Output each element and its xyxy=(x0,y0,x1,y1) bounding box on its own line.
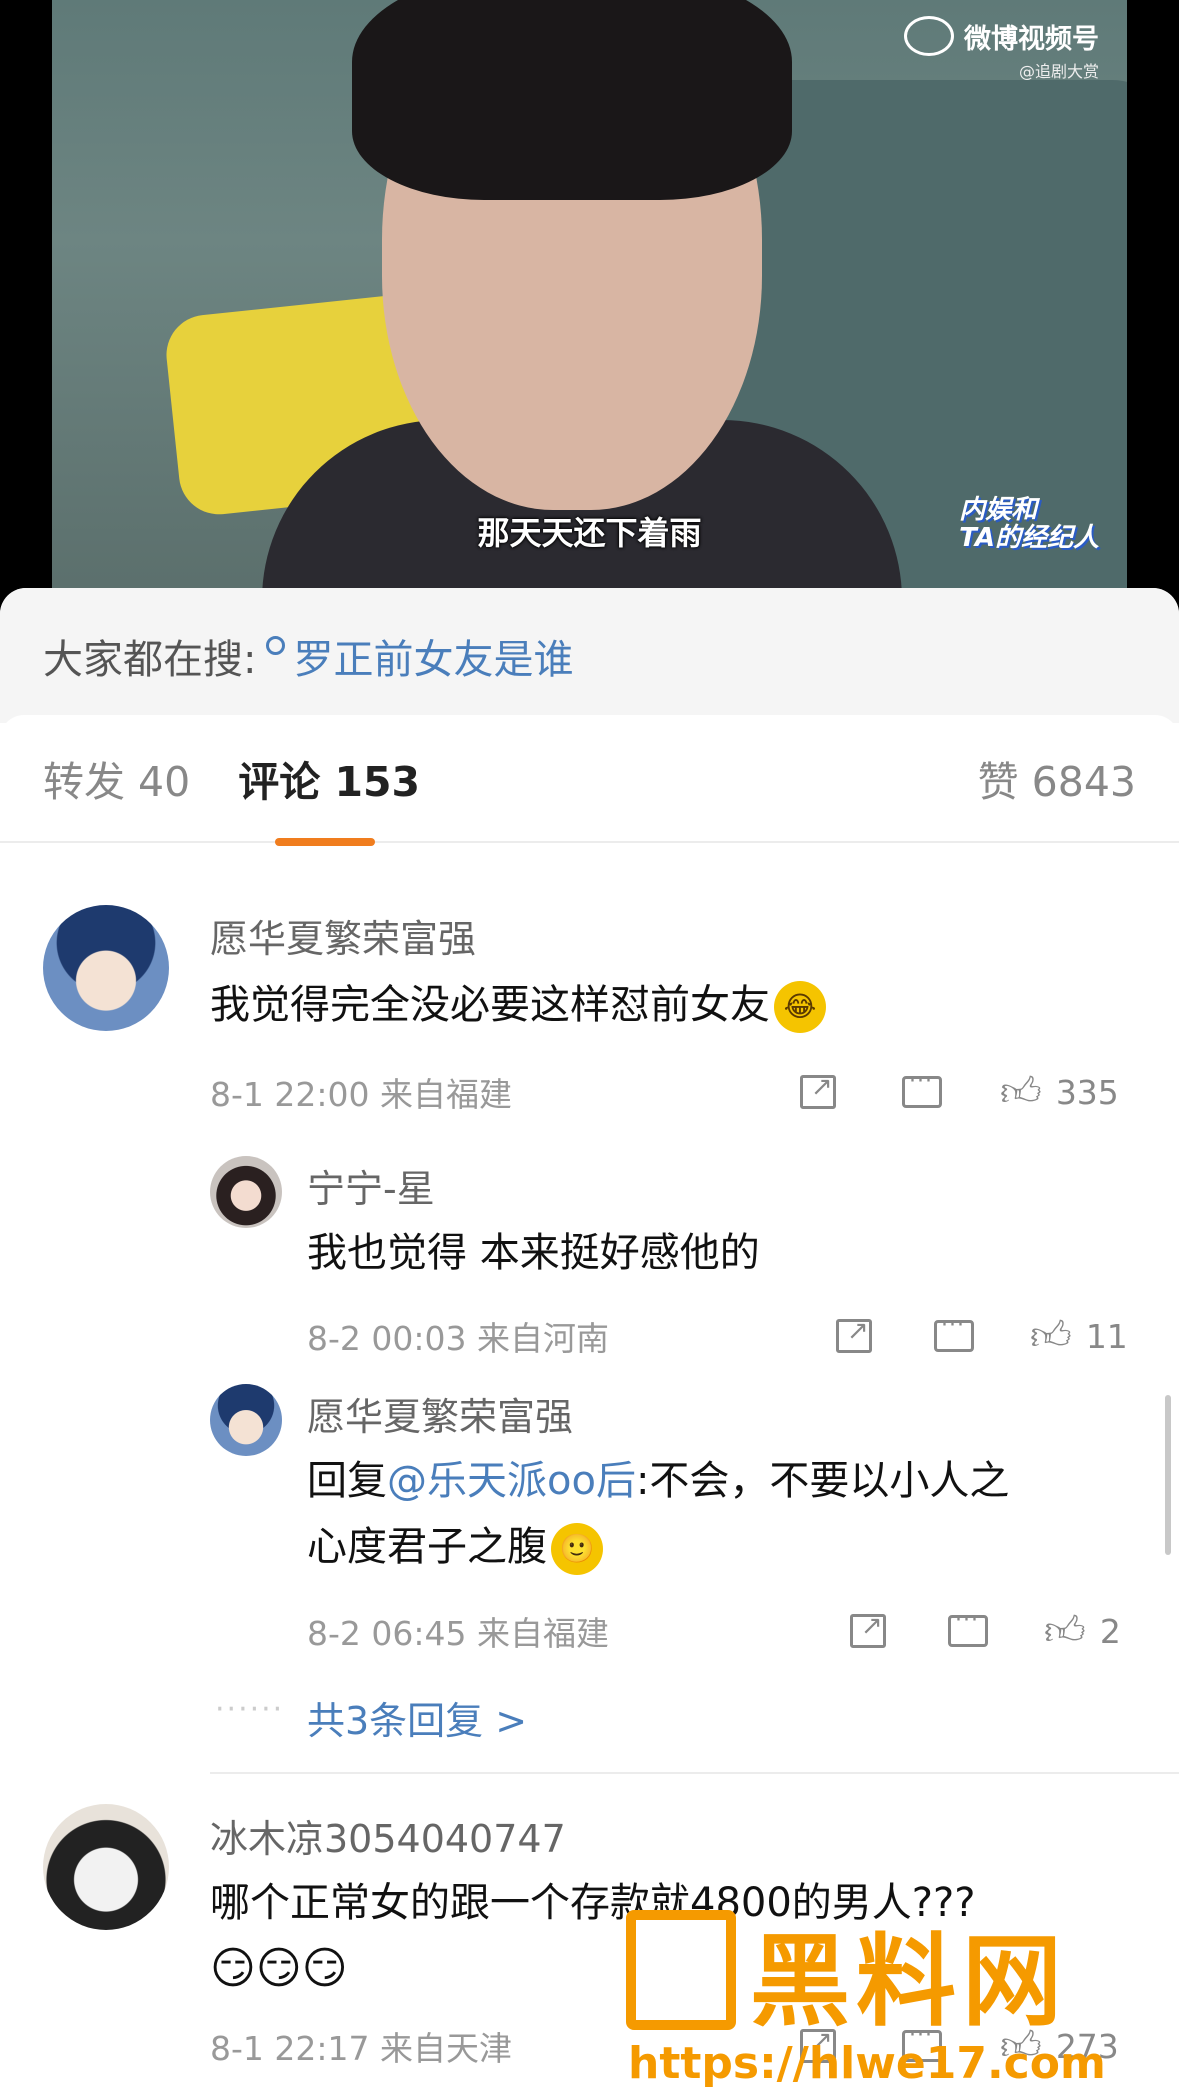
avatar[interactable] xyxy=(43,905,169,1031)
trending-search-bar: 大家都在搜: 罗正前女友是谁 xyxy=(0,588,1179,723)
more-replies-dots: ······ xyxy=(215,1692,285,1727)
like-icon[interactable]: 👍︎ xyxy=(1044,1607,1086,1655)
comment-author[interactable]: 冰木凉3054040747 xyxy=(210,1808,566,1863)
comment-location: 来自天津 xyxy=(380,2029,512,2068)
avatar[interactable] xyxy=(210,1384,282,1456)
reply-prefix: 回复 xyxy=(307,1458,387,1504)
watermark-url: https://hlwe17.com xyxy=(628,2038,1106,2089)
weibo-eye-icon xyxy=(904,16,954,56)
reply-text: 我也觉得 本来挺好感他的 xyxy=(307,1230,760,1276)
watermark-logo-icon xyxy=(626,1910,736,2030)
trending-search-prefix: 大家都在搜: xyxy=(43,636,257,683)
like-count: 11 xyxy=(1085,1316,1128,1356)
reply-author[interactable]: 愿华夏繁荣富强 xyxy=(307,1386,573,1441)
weibo-brand-text: 微博视频号 xyxy=(964,23,1099,55)
like-icon[interactable]: 👍︎ xyxy=(1000,1068,1042,1116)
comment-time: 8-1 22:00 xyxy=(210,1075,370,1114)
comment-actions: 👍︎ 335 xyxy=(800,1068,1119,1116)
comment-meta: 8-1 22:17 来自天津 xyxy=(210,2022,512,2070)
trending-search-link[interactable]: 罗正前女友是谁 xyxy=(266,627,573,685)
reply-actions: 👍︎ 11 xyxy=(836,1312,1128,1360)
smile-emoji-icon: 🙂 xyxy=(551,1523,603,1575)
reply-time: 8-2 06:45 xyxy=(307,1614,467,1653)
comment-text: 我觉得完全没必要这样怼前女友 😂 xyxy=(210,972,826,1038)
tab-repost[interactable]: 转发 40 xyxy=(43,748,190,808)
comment-text-body: 我觉得完全没必要这样怼前女友 xyxy=(210,982,770,1028)
trending-search-query[interactable]: 罗正前女友是谁 xyxy=(293,627,573,685)
comment-time: 8-1 22:17 xyxy=(210,2029,370,2068)
share-icon[interactable] xyxy=(850,1611,886,1648)
share-icon[interactable] xyxy=(800,1072,836,1109)
reply-text-line2: 心度君子之腹 xyxy=(307,1524,547,1570)
show-badge: 内娱和 TA的经纪人 xyxy=(959,496,1099,552)
comment-divider xyxy=(210,1772,1179,1774)
comment-meta: 8-1 22:00 来自福建 xyxy=(210,1068,512,1116)
watermark-title: 黑料网 xyxy=(750,1923,1068,2040)
reply-icon[interactable] xyxy=(934,1313,974,1352)
avatar[interactable] xyxy=(210,1156,282,1228)
show-badge-line2: TA的经纪人 xyxy=(959,523,1099,553)
scrollbar[interactable] xyxy=(1165,1395,1171,1555)
reply-text: 回复@乐天派oo后:不会，不要以小人之 心度君子之腹 🙂 xyxy=(307,1448,1127,1580)
show-badge-line1: 内娱和 xyxy=(959,495,1038,525)
like-count: 2 xyxy=(1099,1611,1121,1651)
watermark: 黑料网 https://hlwe17.com xyxy=(620,1890,1179,2094)
reply-meta: 8-2 00:03 来自河南 xyxy=(307,1312,609,1360)
reply-text-line1: :不会，不要以小人之 xyxy=(635,1458,1010,1504)
reply-meta: 8-2 06:45 来自福建 xyxy=(307,1607,609,1655)
video-player[interactable]: 微博视频号 @追剧大赏 那天天还下着雨 内娱和 TA的经纪人 xyxy=(0,0,1179,620)
tab-likes[interactable]: 赞 6843 xyxy=(978,748,1136,808)
comment-location: 来自福建 xyxy=(380,1075,512,1114)
reply-icon[interactable] xyxy=(902,1069,942,1108)
mention-link[interactable]: @乐天派oo后 xyxy=(387,1458,636,1504)
reply-actions: 👍︎ 2 xyxy=(850,1607,1121,1655)
reply-location: 来自福建 xyxy=(477,1614,609,1653)
comment-emojis: 😏😏😏 xyxy=(210,1943,348,1994)
tab-comments[interactable]: 评论 153 xyxy=(238,748,420,846)
avatar[interactable] xyxy=(43,1804,169,1930)
share-icon[interactable] xyxy=(836,1316,872,1353)
laugh-cry-emoji-icon: 😂 xyxy=(774,981,826,1033)
video-frame[interactable]: 微博视频号 @追剧大赏 那天天还下着雨 内娱和 TA的经纪人 xyxy=(52,0,1127,600)
interaction-tabs: 转发 40 评论 153 赞 6843 xyxy=(0,715,1179,846)
video-person-hair xyxy=(352,0,792,200)
comment-author[interactable]: 愿华夏繁荣富强 xyxy=(210,908,476,963)
weibo-video-logo: 微博视频号 xyxy=(904,16,1099,56)
like-icon[interactable]: 👍︎ xyxy=(1030,1312,1072,1360)
reply-location: 来自河南 xyxy=(477,1319,609,1358)
reply-time: 8-2 00:03 xyxy=(307,1319,467,1358)
video-channel: @追剧大赏 xyxy=(1018,62,1099,81)
more-replies-link[interactable]: 共3条回复 > xyxy=(307,1690,527,1745)
reply-author[interactable]: 宁宁-星 xyxy=(307,1158,435,1213)
search-icon xyxy=(266,636,286,655)
like-count: 335 xyxy=(1055,1072,1119,1112)
reply-icon[interactable] xyxy=(948,1608,988,1647)
